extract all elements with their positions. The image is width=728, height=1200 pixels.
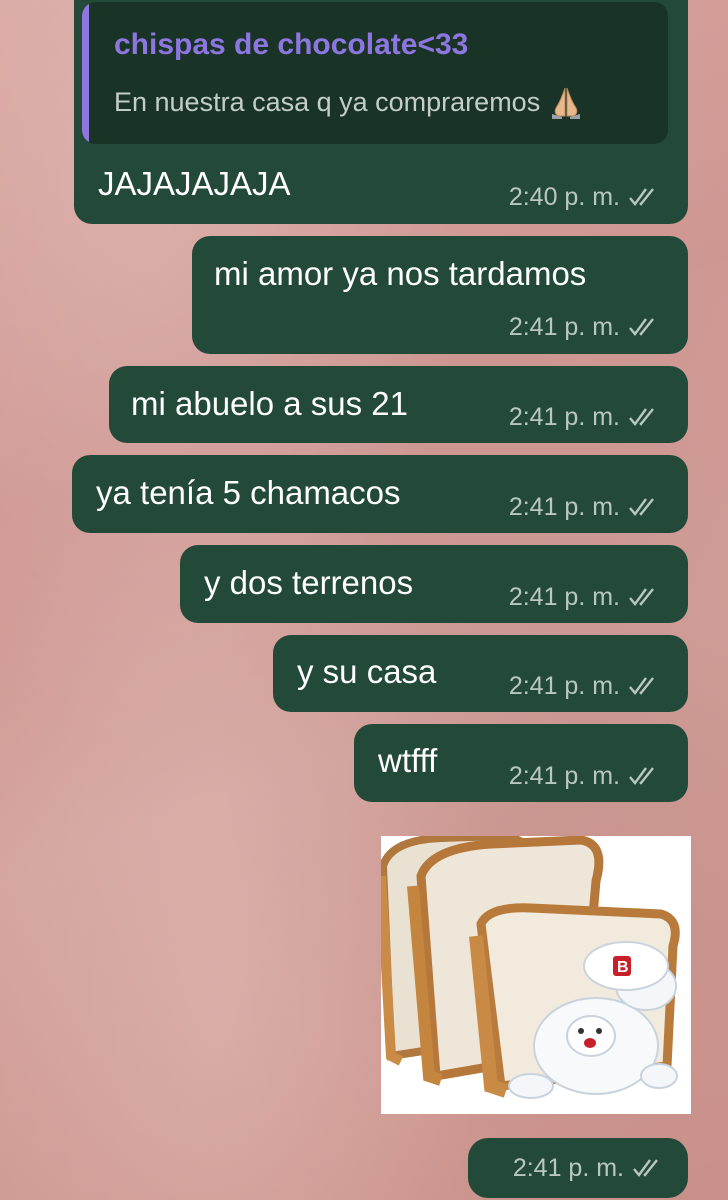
message-text: mi abuelo a sus 21: [131, 385, 409, 422]
message-meta: 2:41 p. m.: [513, 1153, 662, 1183]
message-meta: 2:41 p. m.: [509, 312, 658, 342]
double-check-icon: [632, 1157, 662, 1179]
message-meta: 2:40 p. m.: [509, 182, 658, 212]
bread-bear-sticker-icon[interactable]: B: [381, 836, 691, 1114]
message-text: JAJAJAJAJA: [98, 165, 291, 202]
message-text: ya tenía 5 chamacos: [96, 474, 401, 511]
double-check-icon: [628, 186, 658, 208]
quote-accent-bar: [82, 2, 89, 144]
message-time: 2:41 p. m.: [508, 312, 620, 341]
quoted-text: En nuestra casa q ya compraremos: [114, 86, 541, 117]
message-bubble[interactable]: mi amor ya nos tardamos 2:41 p. m.: [192, 236, 688, 354]
message-meta: 2:41 p. m.: [509, 402, 658, 432]
message-time: 2:41 p. m.: [508, 492, 620, 521]
message-time: 2:41 p. m.: [508, 671, 620, 700]
quoted-author: chispas de chocolate<33: [114, 28, 469, 61]
quoted-message[interactable]: chispas de chocolate<33 En nuestra casa …: [82, 2, 668, 144]
message-time: 2:40 p. m.: [508, 182, 620, 211]
quoted-text-row: En nuestra casa q ya compraremos: [114, 84, 584, 120]
message-text: mi amor ya nos tardamos: [214, 255, 587, 292]
message-bubble[interactable]: ya tenía 5 chamacos 2:41 p. m.: [72, 455, 688, 533]
message-text: wtfff: [378, 742, 438, 779]
message-meta: 2:41 p. m.: [509, 761, 658, 791]
message-bubble-reply[interactable]: chispas de chocolate<33 En nuestra casa …: [74, 0, 688, 224]
message-text: y dos terrenos: [204, 564, 414, 601]
double-check-icon: [628, 406, 658, 428]
message-bubble[interactable]: y su casa 2:41 p. m.: [273, 635, 688, 712]
message-meta: 2:41 p. m.: [509, 492, 658, 522]
message-time: 2:41 p. m.: [512, 1153, 624, 1182]
chat-view: chispas de chocolate<33 En nuestra casa …: [0, 0, 728, 1200]
message-meta: 2:41 p. m.: [509, 582, 658, 612]
message-text: y su casa: [297, 653, 437, 690]
message-bubble[interactable]: mi abuelo a sus 21 2:41 p. m.: [109, 366, 688, 443]
message-bubble[interactable]: wtfff 2:41 p. m.: [354, 724, 688, 802]
message-meta: 2:41 p. m.: [509, 671, 658, 701]
message-time: 2:41 p. m.: [508, 582, 620, 611]
double-check-icon: [628, 765, 658, 787]
double-check-icon: [628, 675, 658, 697]
message-time: 2:41 p. m.: [508, 402, 620, 431]
sticker-meta-bubble: 2:41 p. m.: [468, 1138, 688, 1198]
message-bubble[interactable]: y dos terrenos 2:41 p. m.: [180, 545, 688, 623]
svg-text:B: B: [617, 959, 629, 976]
double-check-icon: [628, 586, 658, 608]
folded-hands-icon: [548, 84, 584, 120]
message-time: 2:41 p. m.: [508, 761, 620, 790]
double-check-icon: [628, 316, 658, 338]
double-check-icon: [628, 496, 658, 518]
